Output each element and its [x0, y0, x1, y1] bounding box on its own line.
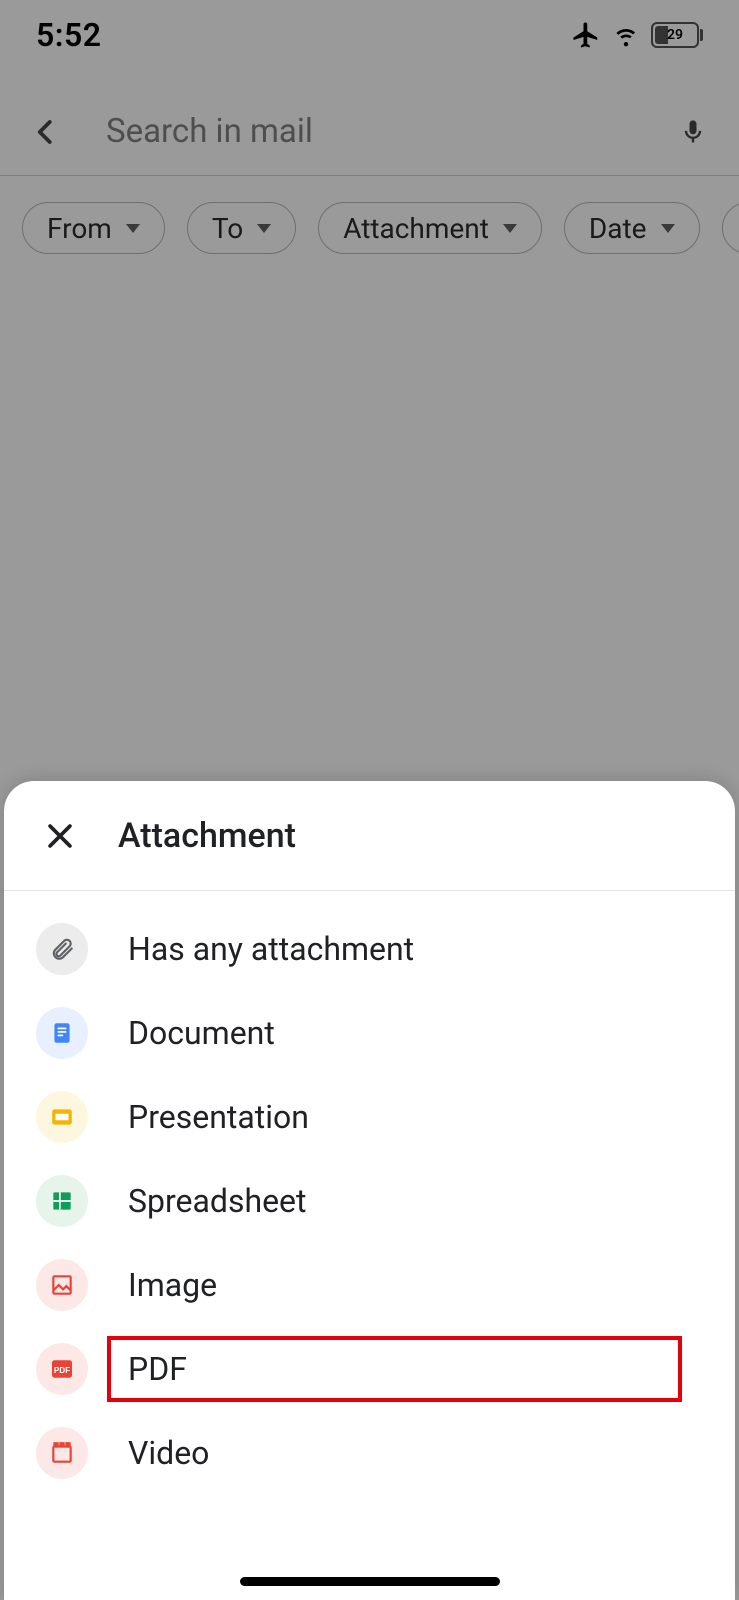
option-label: PDF: [128, 1350, 187, 1388]
back-button[interactable]: [22, 108, 70, 156]
chip-label: Date: [589, 212, 647, 245]
filter-chip-date[interactable]: Date: [564, 202, 700, 254]
sheet-header: Attachment: [4, 781, 735, 891]
chevron-down-icon: [503, 224, 517, 233]
wifi-icon: [611, 22, 641, 48]
close-button[interactable]: [36, 812, 84, 860]
chevron-down-icon: [661, 224, 675, 233]
option-label: Spreadsheet: [128, 1182, 306, 1220]
option-pdf[interactable]: PDF PDF: [4, 1327, 735, 1411]
option-has-any-attachment[interactable]: Has any attachment: [4, 907, 735, 991]
search-header: Search in mail: [0, 88, 739, 176]
option-image[interactable]: Image: [4, 1243, 735, 1327]
chip-label: To: [212, 212, 243, 245]
battery-icon: 29: [651, 22, 703, 48]
option-video[interactable]: Video: [4, 1411, 735, 1495]
battery-percent: 29: [667, 27, 683, 43]
filter-chip-to[interactable]: To: [187, 202, 296, 254]
image-icon: [36, 1259, 88, 1311]
airplane-mode-icon: [571, 20, 601, 50]
option-spreadsheet[interactable]: Spreadsheet: [4, 1159, 735, 1243]
pdf-icon: PDF: [36, 1343, 88, 1395]
option-label: Presentation: [128, 1098, 309, 1136]
status-bar: 5:52 29: [0, 0, 739, 70]
attachment-options: Has any attachment Document Presentation…: [4, 891, 735, 1495]
option-label: Video: [128, 1434, 209, 1472]
voice-search-button[interactable]: [669, 108, 717, 156]
option-label: Document: [128, 1014, 275, 1052]
video-icon: [36, 1427, 88, 1479]
svg-text:PDF: PDF: [54, 1366, 70, 1375]
attachment-icon: [36, 923, 88, 975]
chip-label: From: [47, 212, 112, 245]
filter-chip-from[interactable]: From: [22, 202, 165, 254]
chevron-down-icon: [126, 224, 140, 233]
option-label: Has any attachment: [128, 930, 414, 968]
status-icons: 29: [571, 20, 703, 50]
presentation-icon: [36, 1091, 88, 1143]
chip-label: Attachment: [343, 212, 489, 245]
home-indicator[interactable]: [240, 1577, 500, 1586]
option-label: Image: [128, 1266, 217, 1304]
status-time: 5:52: [36, 16, 102, 54]
search-input[interactable]: Search in mail: [106, 112, 669, 151]
filter-chip-attachment[interactable]: Attachment: [318, 202, 542, 254]
option-document[interactable]: Document: [4, 991, 735, 1075]
sheet-title: Attachment: [118, 816, 296, 856]
chevron-down-icon: [257, 224, 271, 233]
option-presentation[interactable]: Presentation: [4, 1075, 735, 1159]
filter-chip-is-unread[interactable]: Is unrea: [722, 202, 739, 254]
spreadsheet-icon: [36, 1175, 88, 1227]
document-icon: [36, 1007, 88, 1059]
attachment-filter-sheet: Attachment Has any attachment Document P…: [4, 781, 735, 1600]
filter-chips-row: From To Attachment Date Is unrea: [0, 200, 739, 256]
